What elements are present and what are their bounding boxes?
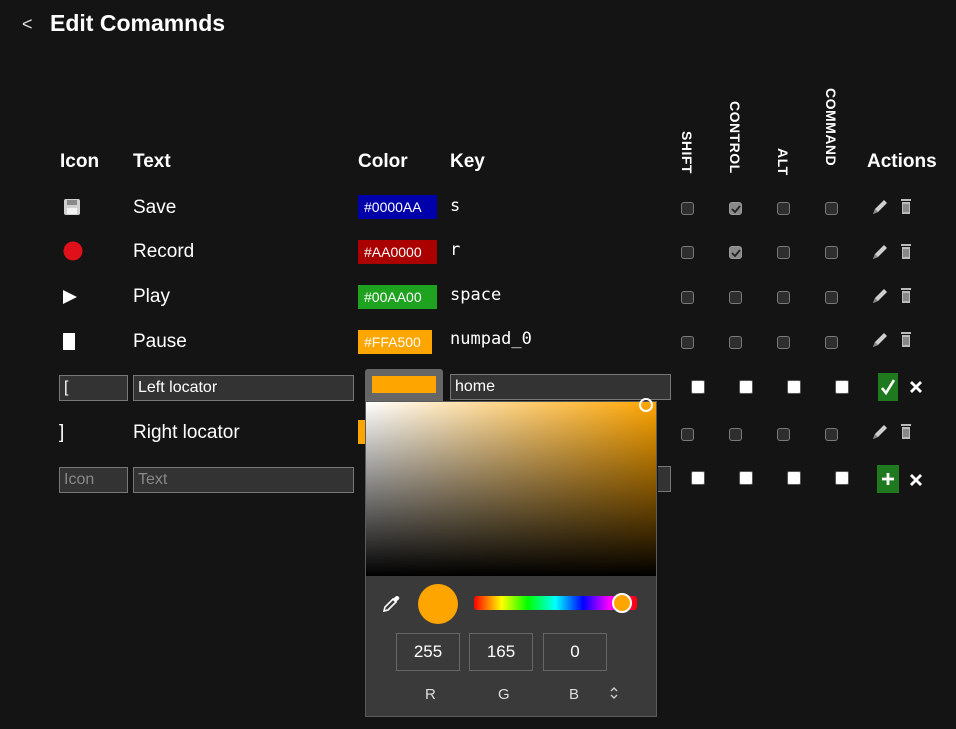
edit-pencil-icon[interactable] — [871, 287, 889, 305]
shift-checkbox[interactable] — [681, 428, 694, 441]
blue-label: B — [569, 686, 580, 703]
command-checkbox[interactable] — [825, 246, 838, 259]
control-checkbox[interactable] — [739, 380, 753, 394]
command-checkbox[interactable] — [825, 428, 838, 441]
page-title: Edit Comamnds — [50, 10, 226, 36]
color-badge: #AA0000 — [358, 240, 437, 264]
new-key-input[interactable] — [658, 466, 671, 492]
row-text: Record — [133, 241, 195, 262]
alt-checkbox[interactable] — [787, 471, 801, 485]
column-header-text: Text — [133, 151, 171, 172]
delete-trash-icon[interactable] — [898, 243, 916, 261]
control-checkbox[interactable] — [739, 471, 753, 485]
column-header-actions: Actions — [867, 151, 937, 172]
edit-pencil-icon[interactable] — [871, 198, 889, 216]
command-checkbox[interactable] — [825, 336, 838, 349]
shift-checkbox[interactable] — [681, 291, 694, 304]
icon-input[interactable] — [59, 375, 128, 401]
column-header-control: CONTROL — [727, 101, 743, 174]
edit-pencil-icon[interactable] — [871, 331, 889, 349]
format-toggle-icon[interactable] — [609, 686, 619, 700]
saturation-handle[interactable] — [639, 398, 653, 412]
column-header-shift: SHIFT — [679, 131, 695, 174]
new-text-input[interactable] — [133, 467, 354, 493]
control-checkbox[interactable] — [729, 202, 742, 215]
pause-icon — [63, 333, 75, 350]
color-picker-popup: 255 165 0 R G B — [365, 398, 657, 717]
color-swatch — [372, 376, 436, 393]
alt-checkbox[interactable] — [777, 291, 790, 304]
delete-trash-icon[interactable] — [898, 287, 916, 305]
edit-pencil-icon[interactable] — [871, 243, 889, 261]
cancel-x-icon[interactable] — [909, 380, 923, 394]
current-color-preview — [418, 584, 458, 624]
delete-trash-icon[interactable] — [898, 331, 916, 349]
shift-checkbox[interactable] — [681, 202, 694, 215]
green-label: G — [498, 686, 510, 703]
blue-value-input[interactable]: 0 — [543, 633, 607, 671]
checkmark-icon — [881, 379, 895, 395]
control-checkbox[interactable] — [729, 336, 742, 349]
green-value-input[interactable]: 165 — [469, 633, 533, 671]
red-value-input[interactable]: 255 — [396, 633, 460, 671]
text-input[interactable] — [133, 375, 354, 401]
edit-pencil-icon[interactable] — [871, 423, 889, 441]
command-checkbox[interactable] — [835, 380, 849, 394]
command-checkbox[interactable] — [835, 471, 849, 485]
color-picker-button[interactable] — [365, 369, 443, 401]
alt-checkbox[interactable] — [777, 202, 790, 215]
alt-checkbox[interactable] — [777, 428, 790, 441]
back-button[interactable]: < — [22, 14, 33, 35]
saturation-value-area[interactable] — [366, 402, 656, 576]
row-key: r — [450, 240, 461, 260]
column-header-color: Color — [358, 151, 408, 172]
shift-checkbox[interactable] — [691, 471, 705, 485]
shift-checkbox[interactable] — [691, 380, 705, 394]
alt-checkbox[interactable] — [777, 246, 790, 259]
row-text: Save — [133, 197, 177, 218]
column-header-icon: Icon — [60, 151, 100, 172]
delete-trash-icon[interactable] — [898, 198, 916, 216]
play-icon — [62, 289, 78, 305]
command-checkbox[interactable] — [825, 291, 838, 304]
color-badge: #FFA500 — [358, 330, 432, 354]
row-key: numpad_0 — [450, 329, 532, 349]
column-header-key: Key — [450, 151, 485, 172]
alt-checkbox[interactable] — [777, 336, 790, 349]
column-header-command: COMMAND — [823, 88, 839, 167]
row-key: space — [450, 285, 502, 305]
control-checkbox[interactable] — [729, 246, 742, 259]
new-icon-input[interactable] — [59, 467, 128, 493]
color-badge: #0000AA — [358, 195, 437, 219]
row-text: Right locator — [133, 422, 240, 443]
floppy-disk-icon — [63, 198, 81, 216]
control-checkbox[interactable] — [729, 291, 742, 304]
key-input[interactable] — [450, 374, 671, 400]
confirm-button[interactable] — [878, 373, 898, 401]
hue-handle[interactable] — [612, 593, 633, 613]
cancel-x-icon[interactable] — [909, 473, 923, 487]
command-checkbox[interactable] — [825, 202, 838, 215]
shift-checkbox[interactable] — [681, 336, 694, 349]
column-header-alt: ALT — [775, 148, 791, 176]
row-icon-text: ] — [59, 422, 65, 443]
color-badge: #00AA00 — [358, 285, 437, 309]
record-circle-icon — [63, 241, 83, 261]
row-text: Pause — [133, 331, 187, 352]
red-label: R — [425, 686, 436, 703]
row-text: Play — [133, 286, 170, 307]
plus-icon — [882, 473, 894, 485]
alt-checkbox[interactable] — [787, 380, 801, 394]
delete-trash-icon[interactable] — [898, 423, 916, 441]
control-checkbox[interactable] — [729, 428, 742, 441]
add-button[interactable] — [877, 465, 899, 493]
hue-slider[interactable] — [474, 593, 637, 613]
shift-checkbox[interactable] — [681, 246, 694, 259]
row-key: s — [450, 196, 461, 216]
eyedropper-icon[interactable] — [381, 594, 401, 614]
